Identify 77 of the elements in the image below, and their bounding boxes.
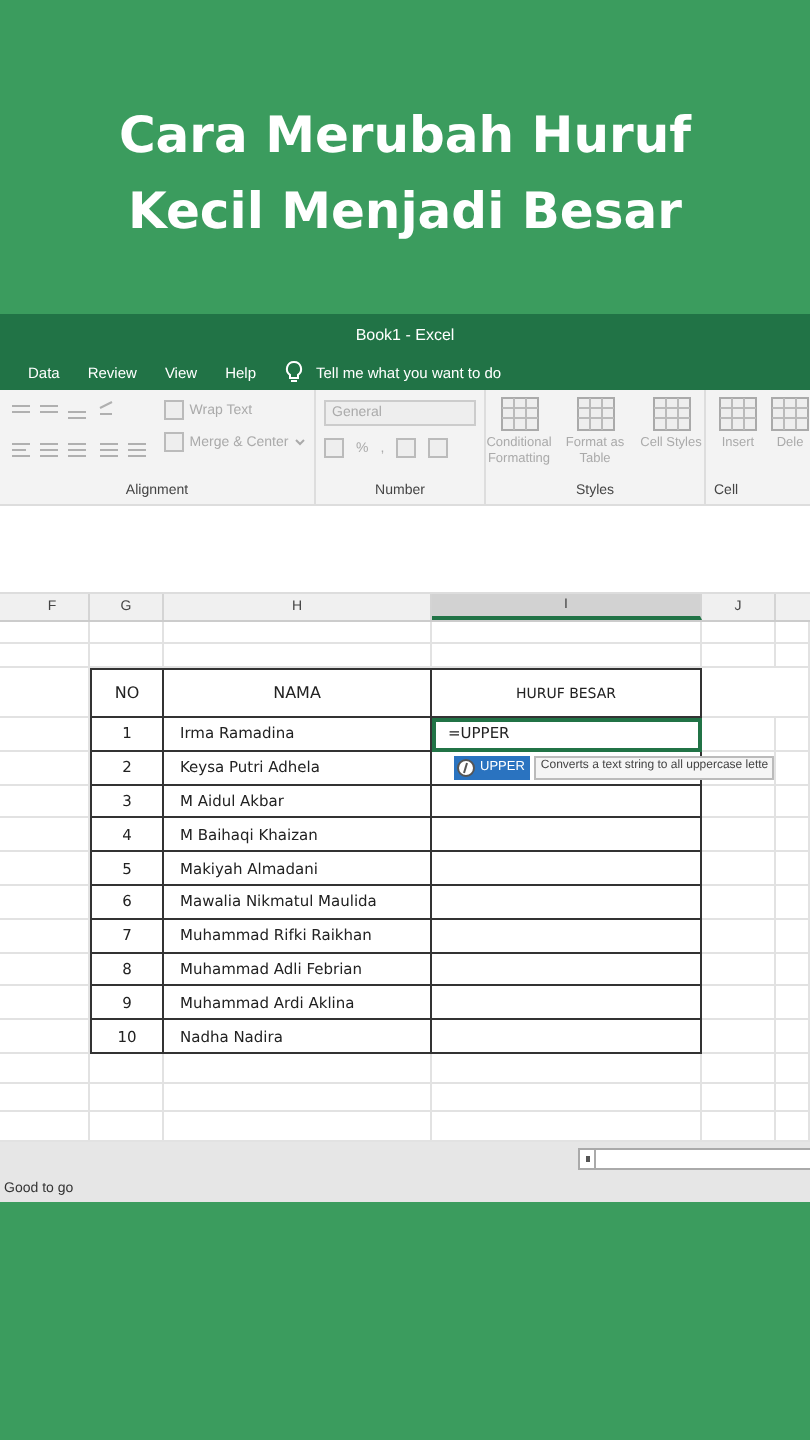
grid-cell[interactable]	[16, 751, 90, 786]
grid-cell[interactable]	[776, 1083, 810, 1113]
grid-cell[interactable]	[776, 953, 810, 987]
table-cell[interactable]	[432, 986, 702, 1021]
column-heading: NAMA	[164, 668, 432, 718]
grid-cell[interactable]	[702, 818, 776, 853]
video-title: Kecil Menjadi Besar	[128, 179, 682, 243]
table-cell[interactable]	[432, 919, 702, 954]
table-icon	[718, 396, 758, 432]
grid-cell[interactable]	[16, 644, 90, 668]
table-cell[interactable]	[432, 1020, 702, 1054]
grid-cell[interactable]	[702, 919, 776, 954]
grid-cell[interactable]	[432, 622, 702, 644]
grid-cell[interactable]	[702, 885, 776, 920]
column-heading: NO	[90, 668, 164, 718]
grid-cell[interactable]	[702, 622, 776, 644]
grid-cell[interactable]	[776, 986, 810, 1021]
table-cell[interactable]	[432, 953, 702, 987]
grid-cell[interactable]	[90, 644, 164, 668]
table-icon	[575, 396, 615, 432]
grid-cell[interactable]	[164, 1053, 432, 1084]
grid-cell[interactable]	[702, 953, 776, 987]
table-cell[interactable]	[432, 818, 702, 853]
grid-cell[interactable]	[702, 785, 776, 819]
grid-cell[interactable]	[432, 1053, 702, 1084]
grid-cell[interactable]	[776, 751, 810, 786]
grid-cell[interactable]	[776, 644, 810, 668]
grid-cell[interactable]	[90, 1083, 164, 1113]
grid-cell[interactable]	[16, 668, 90, 718]
grid-cell[interactable]	[702, 718, 776, 752]
grid-cell[interactable]	[702, 668, 810, 718]
grid-cell[interactable]	[702, 852, 776, 886]
grid-cell[interactable]	[16, 953, 90, 987]
grid-cell[interactable]	[702, 986, 776, 1021]
grid-cell[interactable]	[90, 1053, 164, 1084]
grid-cell[interactable]	[16, 1053, 90, 1084]
grid-cell[interactable]	[432, 1083, 702, 1113]
grid-cell[interactable]	[702, 644, 776, 668]
grid-cell[interactable]	[16, 852, 90, 886]
grid-cell[interactable]	[16, 885, 90, 920]
grid-cell[interactable]	[164, 622, 432, 644]
lightbulb-icon	[284, 360, 304, 384]
grid-cell[interactable]	[16, 1083, 90, 1113]
grid-cell[interactable]	[432, 644, 702, 668]
grid-cell[interactable]	[776, 885, 810, 920]
grid-cell[interactable]	[776, 1020, 810, 1054]
grid-cell[interactable]	[16, 818, 90, 853]
horizontal-scrollbar[interactable]	[578, 1147, 810, 1169]
grid-cell[interactable]	[776, 919, 810, 954]
grid-cell[interactable]	[16, 1020, 90, 1054]
grid-cell[interactable]	[776, 1053, 810, 1084]
grid-cell[interactable]	[16, 986, 90, 1021]
grid-cell[interactable]	[90, 622, 164, 644]
grid-cell[interactable]	[702, 1020, 776, 1054]
grid-cell[interactable]	[164, 1083, 432, 1113]
function-icon	[456, 757, 476, 778]
table-cell[interactable]	[432, 885, 702, 920]
grid-cell[interactable]	[164, 644, 432, 668]
table-icon	[499, 396, 539, 432]
grid-cell[interactable]	[776, 852, 810, 886]
grid-cell[interactable]	[776, 622, 810, 644]
grid-cell[interactable]	[776, 785, 810, 819]
caret-icon[interactable]	[294, 438, 307, 446]
table-icon	[651, 396, 691, 432]
grid-cell[interactable]	[702, 1053, 776, 1084]
grid-cell[interactable]	[776, 718, 810, 752]
table-cell[interactable]	[432, 852, 702, 886]
grid-cell[interactable]	[702, 1083, 776, 1113]
grid-cell[interactable]	[16, 718, 90, 752]
grid-cell[interactable]	[776, 818, 810, 853]
window-title: Book1 - Excel	[355, 325, 455, 343]
grid-cell[interactable]	[16, 919, 90, 954]
scroll-left-icon[interactable]	[580, 1149, 596, 1167]
grid-cell[interactable]	[16, 622, 90, 644]
table-cell[interactable]	[432, 785, 702, 819]
video-title: Cara Merubah Huruf	[118, 103, 692, 167]
grid-cell[interactable]	[16, 785, 90, 819]
